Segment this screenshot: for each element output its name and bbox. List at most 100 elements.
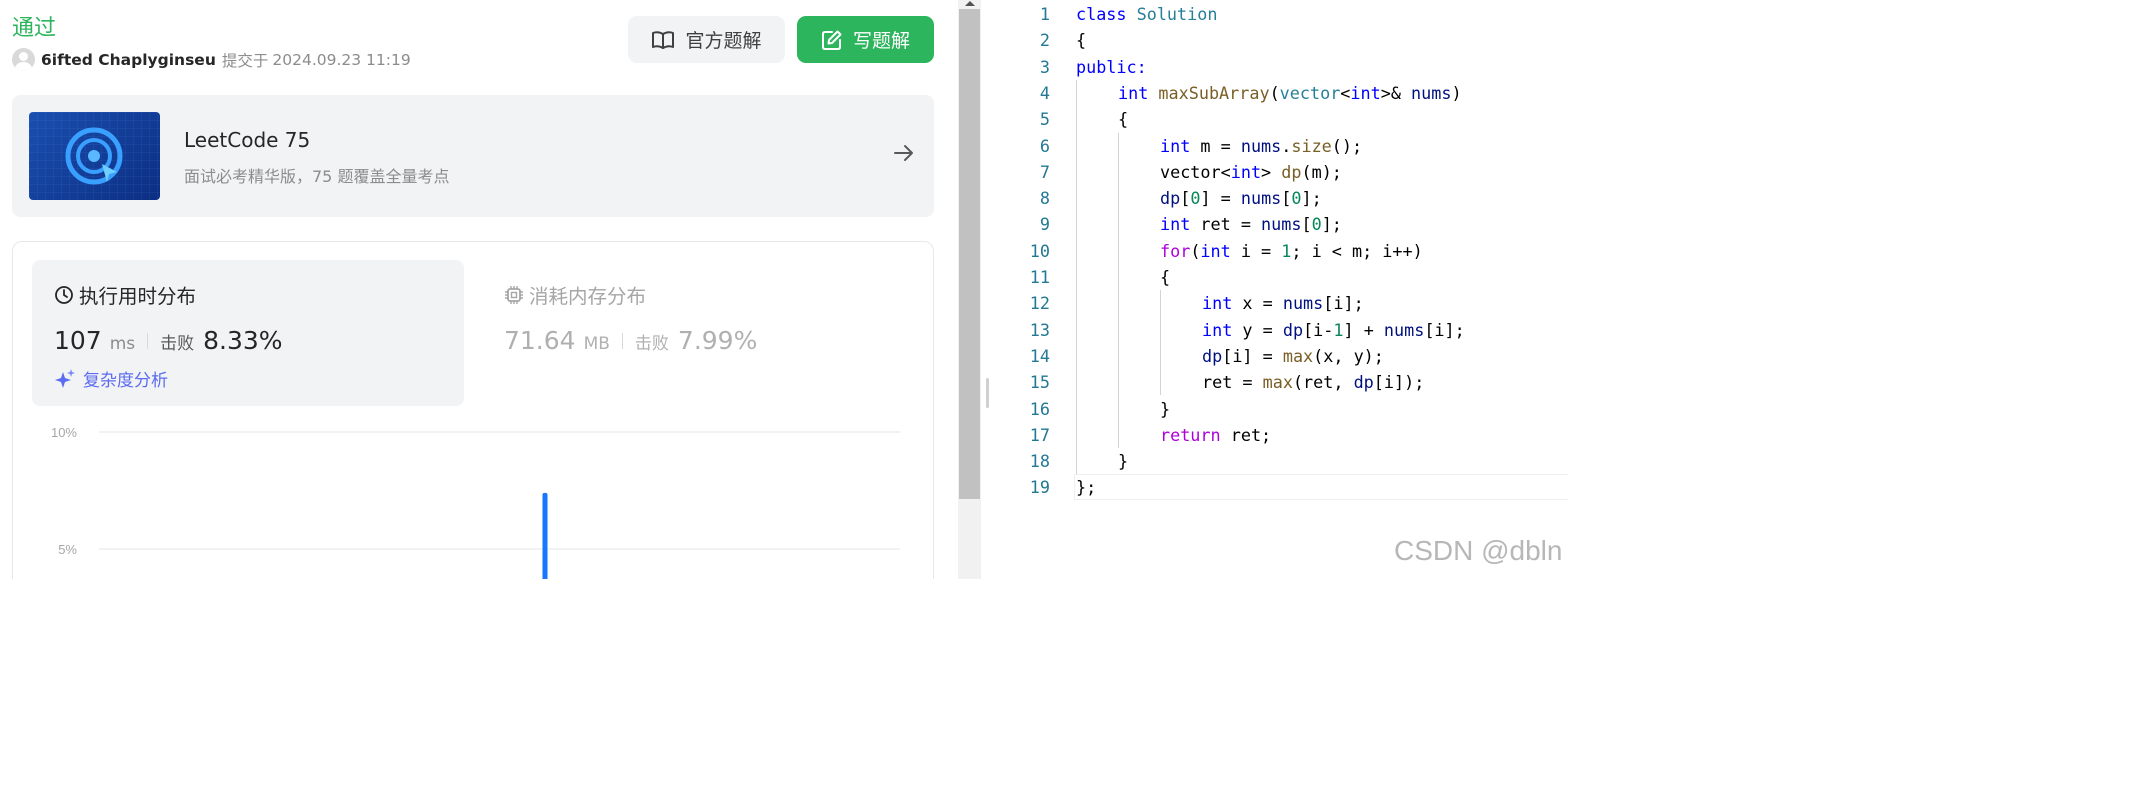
code-token: >& bbox=[1380, 82, 1412, 103]
code-token: [ bbox=[1301, 214, 1312, 235]
code-line[interactable]: 10 for(int i = 1; i < m; i++) bbox=[994, 238, 1568, 264]
line-number: 16 bbox=[1029, 398, 1050, 419]
code-token: { bbox=[1076, 30, 1087, 51]
line-number: 12 bbox=[1029, 293, 1050, 314]
code-text: for(int i = 1; i < m; i++) bbox=[1160, 238, 1423, 264]
code-token: (ret, bbox=[1292, 372, 1354, 393]
line-number: 1 bbox=[1039, 4, 1050, 24]
code-token: nums bbox=[1383, 319, 1425, 340]
left-panel-scrollbar[interactable] bbox=[958, 0, 981, 579]
code-text: { bbox=[1076, 27, 1086, 53]
scrollbar-thumb[interactable] bbox=[959, 9, 980, 499]
panel-resizer[interactable] bbox=[981, 0, 994, 579]
code-text: int x = nums[i]; bbox=[1202, 290, 1364, 316]
code-line[interactable]: 1 class Solution bbox=[994, 1, 1568, 27]
code-line[interactable]: 7 vector<int> dp(m); bbox=[994, 159, 1568, 185]
runtime-distribution-chart[interactable]: 10% 5% bbox=[0, 0, 958, 579]
code-token: int bbox=[1350, 82, 1381, 103]
line-number: 10 bbox=[1029, 240, 1050, 261]
code-line[interactable]: 9 int ret = nums[0]; bbox=[994, 211, 1568, 237]
code-token: max bbox=[1282, 345, 1314, 366]
code-token: [i]; bbox=[1424, 319, 1465, 340]
line-number: 5 bbox=[1039, 109, 1050, 130]
code-line[interactable]: 2{ bbox=[994, 27, 1568, 53]
line-number: 6 bbox=[1039, 135, 1050, 156]
code-token: size bbox=[1291, 135, 1332, 156]
code-token: ] + bbox=[1343, 319, 1384, 340]
code-token: max bbox=[1262, 372, 1293, 393]
code-token: [i- bbox=[1303, 319, 1334, 340]
line-number: 18 bbox=[1029, 451, 1050, 472]
code-line[interactable]: 18} bbox=[994, 448, 1568, 474]
code-token: }; bbox=[1076, 477, 1097, 498]
code-token: y = bbox=[1242, 319, 1283, 340]
scroll-up-arrow[interactable] bbox=[965, 1, 975, 6]
code-text: int ret = nums[0]; bbox=[1160, 211, 1342, 237]
code-line[interactable]: 11 { bbox=[994, 264, 1568, 290]
code-token: [ bbox=[1281, 188, 1292, 209]
code-text: ret = max(ret, dp[i]); bbox=[1202, 369, 1424, 395]
code-line[interactable]: 19}; bbox=[994, 474, 1568, 500]
code-token: [ bbox=[1180, 188, 1191, 209]
code-token: int bbox=[1202, 293, 1243, 314]
code-editor[interactable]: 1 class Solution 2{3 public: 4 int maxSubArra… bbox=[994, 0, 1568, 579]
code-text: dp[i] = max(x, y); bbox=[1202, 343, 1384, 369]
line-number: 2 bbox=[1039, 30, 1050, 51]
submission-detail-panel: 通过 6ifted Chaplyginseu 提交于 2024.09.23 11… bbox=[0, 0, 958, 579]
chart-bar[interactable] bbox=[542, 492, 548, 579]
code-token: > bbox=[1261, 161, 1282, 182]
code-token: int bbox=[1230, 161, 1262, 182]
line-number: 13 bbox=[1029, 319, 1050, 340]
code-line[interactable]: 4 int maxSubArray(vector<int>& nums) bbox=[994, 80, 1568, 106]
code-token: m = bbox=[1200, 135, 1241, 156]
code-line[interactable]: 17 return ret; bbox=[994, 422, 1568, 448]
code-token: for bbox=[1160, 240, 1191, 261]
code-token: 0 bbox=[1291, 188, 1302, 209]
code-token: { bbox=[1160, 267, 1171, 287]
code-line[interactable]: 16} bbox=[994, 396, 1568, 422]
code-token: [i]; bbox=[1323, 293, 1364, 314]
code-token: ( bbox=[1190, 240, 1201, 261]
code-token: (x, y); bbox=[1313, 345, 1384, 366]
code-line[interactable]: 13 int y = dp[i-1] + nums[i]; bbox=[994, 317, 1568, 343]
code-token: int bbox=[1202, 319, 1243, 340]
code-line[interactable]: 14 dp[i] = max(x, y); bbox=[994, 343, 1568, 369]
code-token: 0 bbox=[1190, 188, 1201, 209]
code-text: { bbox=[1118, 106, 1128, 132]
code-token: (); bbox=[1331, 135, 1363, 156]
line-number: 19 bbox=[1029, 477, 1050, 498]
code-token: Solution bbox=[1136, 4, 1218, 24]
code-token: return bbox=[1160, 424, 1231, 445]
code-line[interactable]: 8 dp[0] = nums[0]; bbox=[994, 185, 1568, 211]
code-token: ) bbox=[1451, 82, 1462, 103]
code-line[interactable]: 3 public: bbox=[994, 54, 1568, 80]
code-token: int bbox=[1200, 240, 1241, 261]
code-token: dp bbox=[1353, 372, 1374, 393]
code-token: ; i < m; i++) bbox=[1291, 240, 1423, 261]
code-token: nums bbox=[1240, 188, 1282, 209]
code-text: class Solution bbox=[1076, 1, 1217, 27]
resize-handle[interactable] bbox=[986, 378, 989, 408]
code-line[interactable]: 12 int x = nums[i]; bbox=[994, 290, 1568, 316]
code-text: dp[0] = nums[0]; bbox=[1160, 185, 1322, 211]
code-token: dp bbox=[1282, 319, 1304, 340]
code-text: int m = nums.size(); bbox=[1160, 133, 1362, 159]
code-token: int bbox=[1160, 214, 1201, 235]
code-token: maxSubArray bbox=[1158, 82, 1270, 103]
code-token: nums bbox=[1282, 293, 1324, 314]
chart-ytick-label: 10% bbox=[51, 425, 77, 440]
code-token: dp bbox=[1160, 188, 1181, 209]
code-line[interactable]: 5{ bbox=[994, 106, 1568, 132]
code-line[interactable]: 15 ret = max(ret, dp[i]); bbox=[994, 369, 1568, 395]
code-line[interactable]: 6 int m = nums.size(); bbox=[994, 133, 1568, 159]
code-token: < bbox=[1340, 82, 1351, 103]
code-token: public: bbox=[1076, 56, 1147, 77]
code-token: 1 bbox=[1333, 319, 1344, 340]
code-token: ret = bbox=[1202, 372, 1263, 393]
line-number: 15 bbox=[1029, 372, 1050, 393]
code-text: vector<int> dp(m); bbox=[1160, 159, 1342, 185]
code-text: { bbox=[1160, 264, 1170, 290]
line-number: 14 bbox=[1029, 345, 1050, 366]
code-token: int bbox=[1118, 82, 1159, 103]
code-token: } bbox=[1160, 398, 1171, 419]
